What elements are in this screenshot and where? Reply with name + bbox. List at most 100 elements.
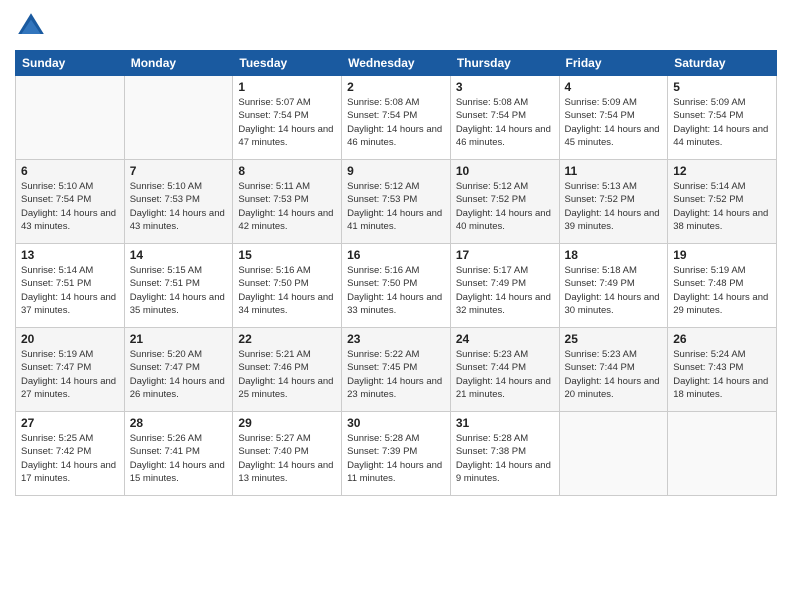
day-number: 27 (21, 416, 119, 430)
logo-icon (15, 10, 47, 42)
day-cell: 8Sunrise: 5:11 AM Sunset: 7:53 PM Daylig… (233, 160, 342, 244)
day-number: 10 (456, 164, 554, 178)
day-cell: 4Sunrise: 5:09 AM Sunset: 7:54 PM Daylig… (559, 76, 668, 160)
day-cell: 29 Sunrise: 5:27 AM Sunset: 7:40 PM Dayli… (233, 412, 342, 496)
day-cell: 15 Sunrise: 5:16 AM Sunset: 7:50 PM Dayli… (233, 244, 342, 328)
day-number: 7 (130, 164, 228, 178)
day-info: Sunrise: 5:07 AM Sunset: 7:54 PM Dayligh… (238, 96, 336, 149)
day-info: Sunrise: 5:12 AM Sunset: 7:52 PM Dayligh… (456, 180, 554, 233)
day-info: Sunrise: 5:10 AM Sunset: 7:54 PM Dayligh… (21, 180, 119, 233)
day-number: 15 (238, 248, 336, 262)
day-cell: 5Sunrise: 5:09 AM Sunset: 7:54 PM Daylig… (668, 76, 777, 160)
calendar-table: SundayMondayTuesdayWednesdayThursdayFrid… (15, 50, 777, 496)
day-cell: 31 Sunrise: 5:28 AM Sunset: 7:38 PM Dayli… (450, 412, 559, 496)
day-info: Sunrise: 5:08 AM Sunset: 7:54 PM Dayligh… (456, 96, 554, 149)
day-info: Sunrise: 5:14 AM Sunset: 7:51 PM Dayligh… (21, 264, 119, 317)
day-number: 21 (130, 332, 228, 346)
day-number: 12 (673, 164, 771, 178)
day-info: Sunrise: 5:28 AM Sunset: 7:39 PM Dayligh… (347, 432, 445, 485)
day-number: 20 (21, 332, 119, 346)
day-number: 29 (238, 416, 336, 430)
header-cell-friday: Friday (559, 51, 668, 76)
day-number: 25 (565, 332, 663, 346)
week-row-4: 20 Sunrise: 5:19 AM Sunset: 7:47 PM Dayli… (16, 328, 777, 412)
day-info: Sunrise: 5:16 AM Sunset: 7:50 PM Dayligh… (238, 264, 336, 317)
day-cell: 23 Sunrise: 5:22 AM Sunset: 7:45 PM Dayli… (342, 328, 451, 412)
day-info: Sunrise: 5:12 AM Sunset: 7:53 PM Dayligh… (347, 180, 445, 233)
day-number: 26 (673, 332, 771, 346)
calendar-body: 1Sunrise: 5:07 AM Sunset: 7:54 PM Daylig… (16, 76, 777, 496)
day-number: 30 (347, 416, 445, 430)
day-info: Sunrise: 5:09 AM Sunset: 7:54 PM Dayligh… (565, 96, 663, 149)
day-info: Sunrise: 5:10 AM Sunset: 7:53 PM Dayligh… (130, 180, 228, 233)
day-cell: 28Sunrise: 5:26 AM Sunset: 7:41 PM Dayli… (124, 412, 233, 496)
day-cell: 30 Sunrise: 5:28 AM Sunset: 7:39 PM Dayli… (342, 412, 451, 496)
day-info: Sunrise: 5:14 AM Sunset: 7:52 PM Dayligh… (673, 180, 771, 233)
calendar-page: SundayMondayTuesdayWednesdayThursdayFrid… (0, 0, 792, 612)
day-cell: 18Sunrise: 5:18 AM Sunset: 7:49 PM Dayli… (559, 244, 668, 328)
day-cell (559, 412, 668, 496)
day-info: Sunrise: 5:19 AM Sunset: 7:48 PM Dayligh… (673, 264, 771, 317)
day-info: Sunrise: 5:20 AM Sunset: 7:47 PM Dayligh… (130, 348, 228, 401)
day-number: 24 (456, 332, 554, 346)
day-number: 17 (456, 248, 554, 262)
day-cell: 6 Sunrise: 5:10 AM Sunset: 7:54 PM Daylig… (16, 160, 125, 244)
day-cell: 24 Sunrise: 5:23 AM Sunset: 7:44 PM Dayli… (450, 328, 559, 412)
day-cell: 13 Sunrise: 5:14 AM Sunset: 7:51 PM Dayli… (16, 244, 125, 328)
day-cell: 7 Sunrise: 5:10 AM Sunset: 7:53 PM Daylig… (124, 160, 233, 244)
day-cell: 20 Sunrise: 5:19 AM Sunset: 7:47 PM Dayli… (16, 328, 125, 412)
day-info: Sunrise: 5:27 AM Sunset: 7:40 PM Dayligh… (238, 432, 336, 485)
day-info: Sunrise: 5:25 AM Sunset: 7:42 PM Dayligh… (21, 432, 119, 485)
day-info: Sunrise: 5:19 AM Sunset: 7:47 PM Dayligh… (21, 348, 119, 401)
day-cell: 14Sunrise: 5:15 AM Sunset: 7:51 PM Dayli… (124, 244, 233, 328)
day-cell: 11 Sunrise: 5:13 AM Sunset: 7:52 PM Dayli… (559, 160, 668, 244)
day-cell: 12 Sunrise: 5:14 AM Sunset: 7:52 PM Dayli… (668, 160, 777, 244)
day-info: Sunrise: 5:23 AM Sunset: 7:44 PM Dayligh… (565, 348, 663, 401)
day-cell: 2Sunrise: 5:08 AM Sunset: 7:54 PM Daylig… (342, 76, 451, 160)
day-info: Sunrise: 5:21 AM Sunset: 7:46 PM Dayligh… (238, 348, 336, 401)
logo (15, 10, 51, 42)
day-number: 19 (673, 248, 771, 262)
week-row-1: 1Sunrise: 5:07 AM Sunset: 7:54 PM Daylig… (16, 76, 777, 160)
week-row-3: 13 Sunrise: 5:14 AM Sunset: 7:51 PM Dayli… (16, 244, 777, 328)
day-info: Sunrise: 5:13 AM Sunset: 7:52 PM Dayligh… (565, 180, 663, 233)
header-cell-monday: Monday (124, 51, 233, 76)
day-number: 3 (456, 80, 554, 94)
header-row: SundayMondayTuesdayWednesdayThursdayFrid… (16, 51, 777, 76)
day-info: Sunrise: 5:17 AM Sunset: 7:49 PM Dayligh… (456, 264, 554, 317)
day-cell: 3 Sunrise: 5:08 AM Sunset: 7:54 PM Daylig… (450, 76, 559, 160)
day-cell (668, 412, 777, 496)
day-number: 16 (347, 248, 445, 262)
day-info: Sunrise: 5:22 AM Sunset: 7:45 PM Dayligh… (347, 348, 445, 401)
day-number: 28 (130, 416, 228, 430)
day-info: Sunrise: 5:09 AM Sunset: 7:54 PM Dayligh… (673, 96, 771, 149)
day-number: 23 (347, 332, 445, 346)
header-cell-thursday: Thursday (450, 51, 559, 76)
day-cell: 10 Sunrise: 5:12 AM Sunset: 7:52 PM Dayli… (450, 160, 559, 244)
day-cell: 17 Sunrise: 5:17 AM Sunset: 7:49 PM Dayli… (450, 244, 559, 328)
day-number: 2 (347, 80, 445, 94)
day-number: 13 (21, 248, 119, 262)
day-cell: 9Sunrise: 5:12 AM Sunset: 7:53 PM Daylig… (342, 160, 451, 244)
day-info: Sunrise: 5:24 AM Sunset: 7:43 PM Dayligh… (673, 348, 771, 401)
day-cell: 25 Sunrise: 5:23 AM Sunset: 7:44 PM Dayli… (559, 328, 668, 412)
day-info: Sunrise: 5:23 AM Sunset: 7:44 PM Dayligh… (456, 348, 554, 401)
day-cell: 27 Sunrise: 5:25 AM Sunset: 7:42 PM Dayli… (16, 412, 125, 496)
day-number: 8 (238, 164, 336, 178)
header-cell-saturday: Saturday (668, 51, 777, 76)
header-cell-sunday: Sunday (16, 51, 125, 76)
week-row-5: 27 Sunrise: 5:25 AM Sunset: 7:42 PM Dayli… (16, 412, 777, 496)
day-number: 6 (21, 164, 119, 178)
day-cell: 1Sunrise: 5:07 AM Sunset: 7:54 PM Daylig… (233, 76, 342, 160)
day-number: 31 (456, 416, 554, 430)
week-row-2: 6 Sunrise: 5:10 AM Sunset: 7:54 PM Daylig… (16, 160, 777, 244)
day-number: 11 (565, 164, 663, 178)
header-cell-tuesday: Tuesday (233, 51, 342, 76)
day-number: 14 (130, 248, 228, 262)
day-info: Sunrise: 5:16 AM Sunset: 7:50 PM Dayligh… (347, 264, 445, 317)
day-cell: 19 Sunrise: 5:19 AM Sunset: 7:48 PM Dayli… (668, 244, 777, 328)
day-info: Sunrise: 5:18 AM Sunset: 7:49 PM Dayligh… (565, 264, 663, 317)
day-cell (124, 76, 233, 160)
day-info: Sunrise: 5:28 AM Sunset: 7:38 PM Dayligh… (456, 432, 554, 485)
day-cell: 16 Sunrise: 5:16 AM Sunset: 7:50 PM Dayli… (342, 244, 451, 328)
